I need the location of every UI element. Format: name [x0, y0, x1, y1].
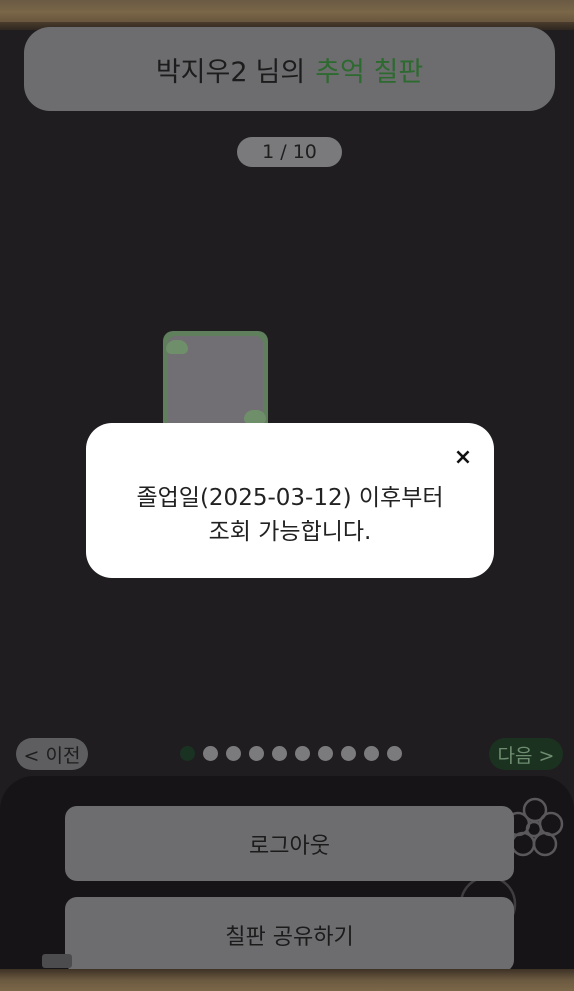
alert-message: 졸업일(2025-03-12) 이후부터 조회 가능합니다.: [86, 481, 494, 549]
page-dot[interactable]: [295, 746, 310, 761]
alert-dialog: × 졸업일(2025-03-12) 이후부터 조회 가능합니다.: [86, 423, 494, 578]
title-suffix: 님의: [255, 56, 306, 88]
page-dot-active[interactable]: [180, 746, 195, 761]
sheet-tab: [42, 954, 72, 968]
page-title: 박지우2 님의 추억 칠판: [24, 27, 555, 111]
page-dot[interactable]: [203, 746, 218, 761]
prev-button[interactable]: < 이전: [16, 738, 88, 770]
page-dot[interactable]: [226, 746, 241, 761]
page-dot[interactable]: [341, 746, 356, 761]
wood-frame-top: [0, 0, 574, 30]
share-board-button[interactable]: 칠판 공유하기: [65, 897, 514, 972]
title-highlight: 추억 칠판: [315, 56, 424, 88]
close-icon[interactable]: ×: [452, 447, 474, 469]
alert-message-line1: 졸업일(2025-03-12) 이후부터: [136, 485, 444, 511]
page-dot[interactable]: [387, 746, 402, 761]
flower-doodle-icon: [505, 797, 564, 857]
frog-sticker-icon: [244, 410, 266, 424]
alert-message-line2: 조회 가능합니다.: [208, 519, 372, 545]
page-dot[interactable]: [318, 746, 333, 761]
frog-sticker-icon: [166, 340, 188, 354]
user-name: 박지우2: [155, 56, 248, 88]
wood-frame-bottom: [0, 969, 574, 991]
page-indicator: [180, 746, 402, 762]
page-dot[interactable]: [249, 746, 264, 761]
page-counter: 1 / 10: [237, 137, 342, 167]
logout-button[interactable]: 로그아웃: [65, 806, 514, 881]
page-dot[interactable]: [272, 746, 287, 761]
page-dot[interactable]: [364, 746, 379, 761]
next-button[interactable]: 다음 >: [489, 738, 563, 770]
